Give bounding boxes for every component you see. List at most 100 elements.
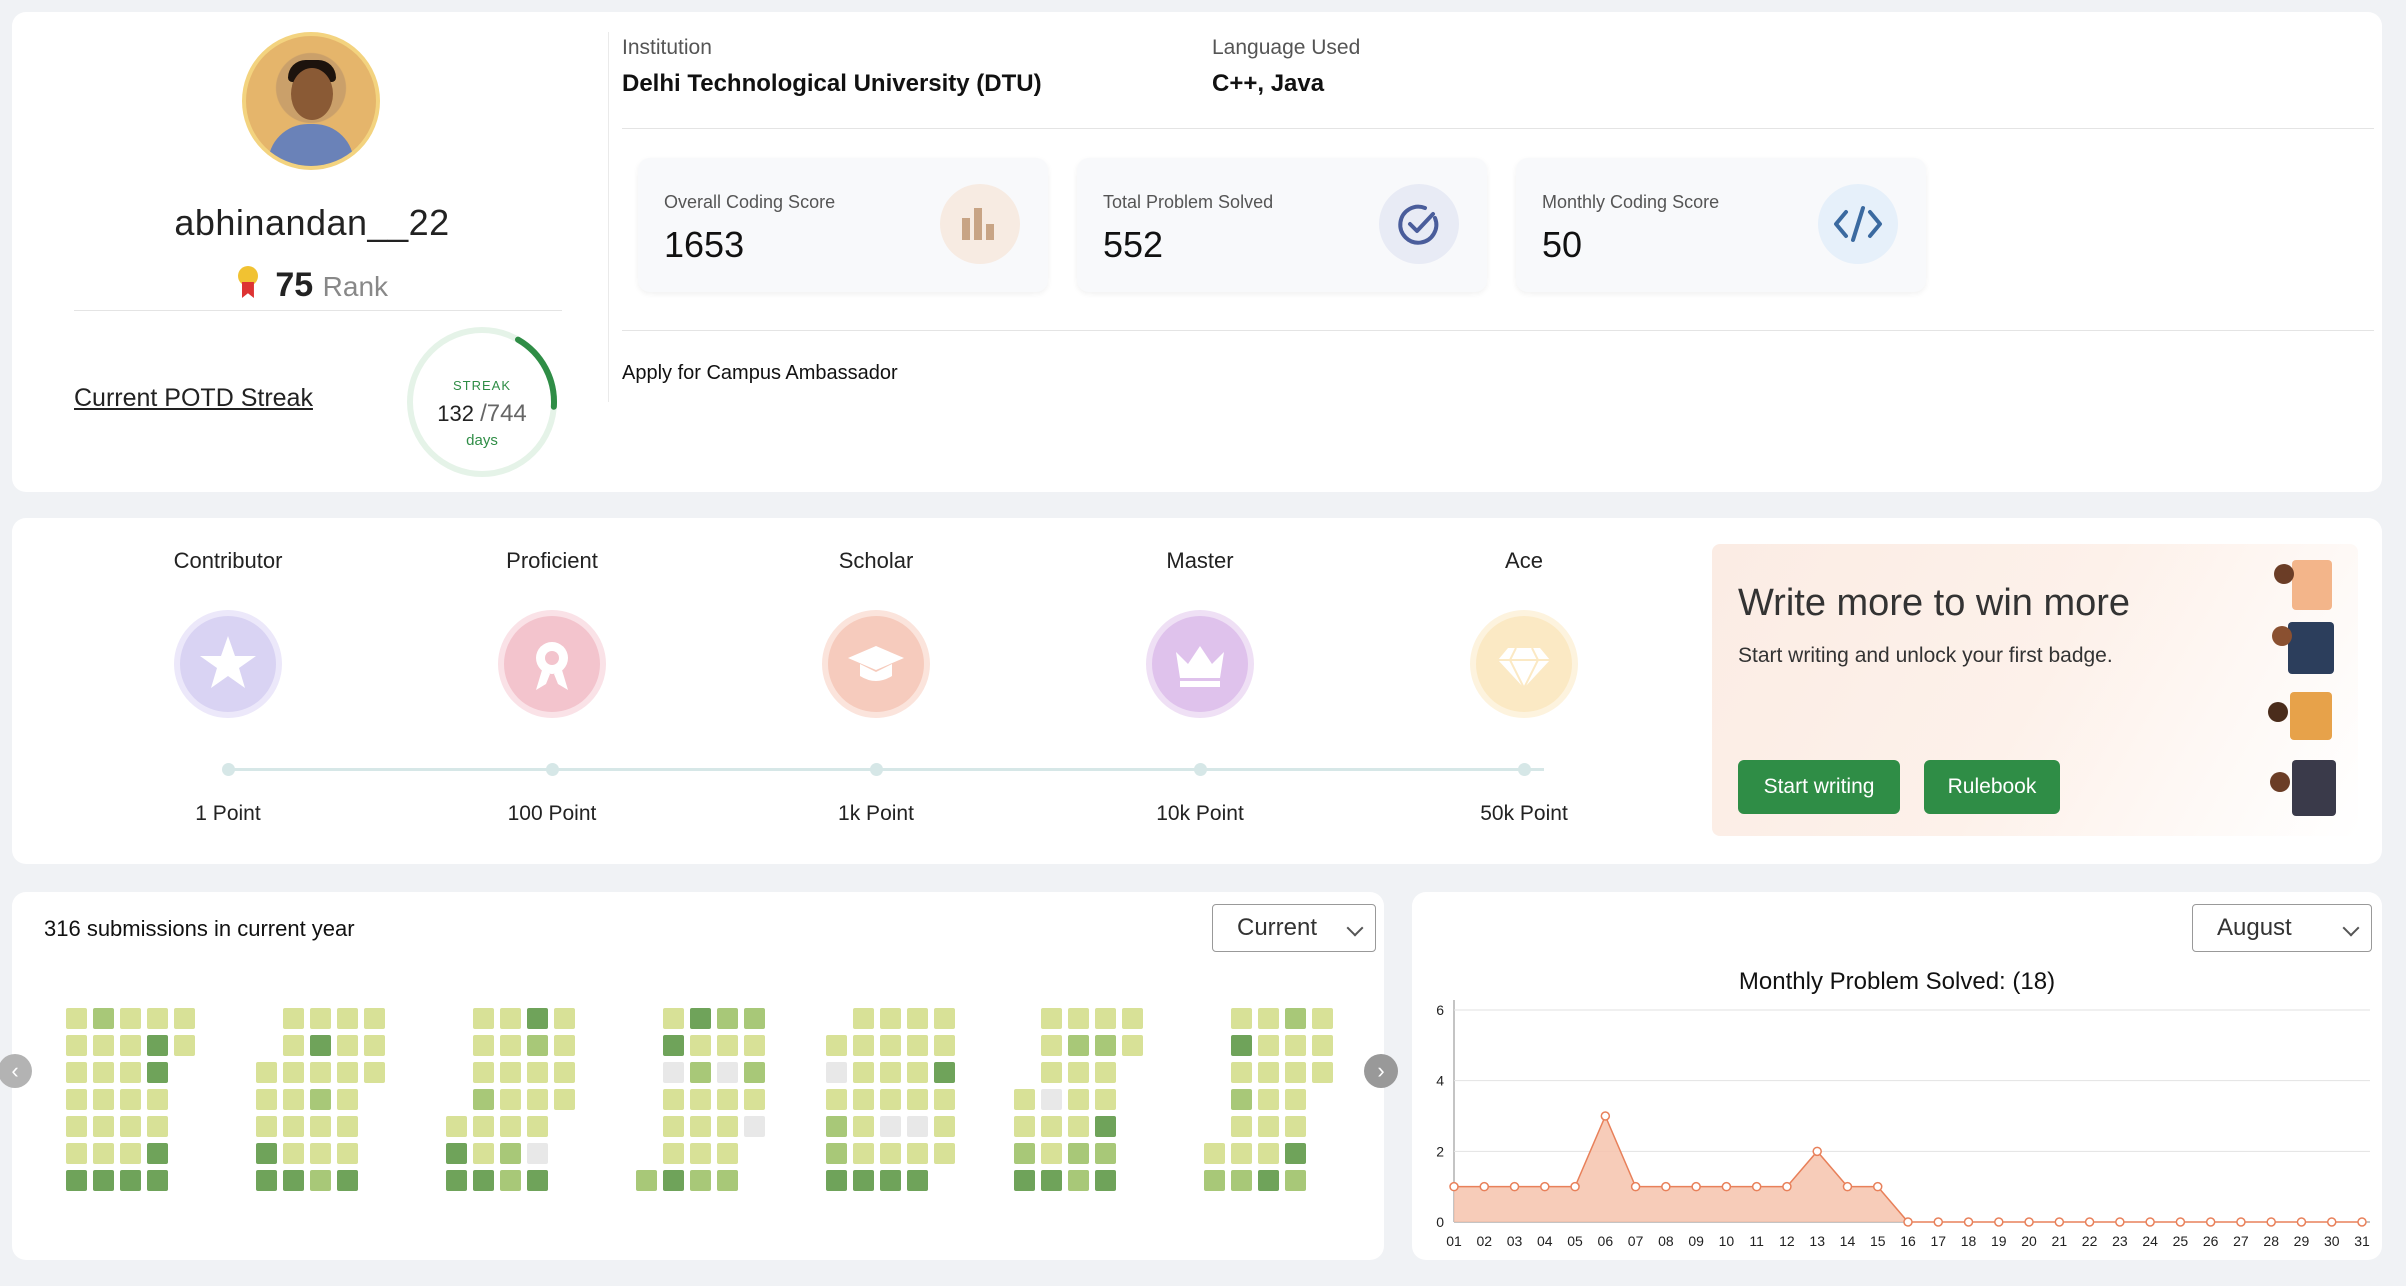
heatmap-day-cell[interactable] [337, 1116, 358, 1137]
heatmap-day-cell[interactable] [283, 1170, 304, 1191]
heatmap-day-cell[interactable] [310, 1062, 331, 1083]
heatmap-day-cell[interactable] [283, 1089, 304, 1110]
heatmap-day-cell[interactable] [120, 1143, 141, 1164]
heatmap-day-cell[interactable] [364, 1062, 385, 1083]
heatmap-day-cell[interactable] [1312, 1062, 1333, 1083]
heatmap-day-cell[interactable] [1041, 1170, 1062, 1191]
heatmap-day-cell[interactable] [256, 1170, 277, 1191]
heatmap-day-cell[interactable] [1285, 1062, 1306, 1083]
heatmap-day-cell[interactable] [826, 1170, 847, 1191]
heatmap-day-cell[interactable] [663, 1062, 684, 1083]
heatmap-day-cell[interactable] [120, 1089, 141, 1110]
heatmap-day-cell[interactable] [1095, 1062, 1116, 1083]
heatmap-day-cell[interactable] [283, 1035, 304, 1056]
heatmap-day-cell[interactable] [337, 1089, 358, 1110]
heatmap-day-cell[interactable] [310, 1035, 331, 1056]
heatmap-day-cell[interactable] [744, 1116, 765, 1137]
heatmap-day-cell[interactable] [310, 1170, 331, 1191]
heatmap-day-cell[interactable] [907, 1143, 928, 1164]
heatmap-day-cell[interactable] [1068, 1116, 1089, 1137]
heatmap-day-cell[interactable] [1204, 1143, 1225, 1164]
heatmap-day-cell[interactable] [934, 1143, 955, 1164]
heatmap-day-cell[interactable] [66, 1008, 87, 1029]
heatmap-day-cell[interactable] [147, 1116, 168, 1137]
heatmap-day-cell[interactable] [663, 1116, 684, 1137]
heatmap-day-cell[interactable] [1258, 1089, 1279, 1110]
heatmap-day-cell[interactable] [527, 1089, 548, 1110]
heatmap-day-cell[interactable] [500, 1170, 521, 1191]
heatmap-day-cell[interactable] [337, 1062, 358, 1083]
heatmap-day-cell[interactable] [1041, 1089, 1062, 1110]
heatmap-day-cell[interactable] [717, 1116, 738, 1137]
heatmap-day-cell[interactable] [310, 1089, 331, 1110]
heatmap-day-cell[interactable] [310, 1008, 331, 1029]
heatmap-day-cell[interactable] [120, 1062, 141, 1083]
heatmap-day-cell[interactable] [690, 1008, 711, 1029]
heatmap-day-cell[interactable] [446, 1143, 467, 1164]
heatmap-day-cell[interactable] [717, 1062, 738, 1083]
heatmap-day-cell[interactable] [473, 1170, 494, 1191]
heatmap-day-cell[interactable] [880, 1116, 901, 1137]
heatmap-day-cell[interactable] [690, 1116, 711, 1137]
heatmap-day-cell[interactable] [907, 1062, 928, 1083]
heatmap-day-cell[interactable] [853, 1143, 874, 1164]
heatmap-day-cell[interactable] [120, 1008, 141, 1029]
heatmap-day-cell[interactable] [1231, 1089, 1252, 1110]
heatmap-day-cell[interactable] [826, 1089, 847, 1110]
heatmap-day-cell[interactable] [174, 1008, 195, 1029]
heatmap-day-cell[interactable] [880, 1143, 901, 1164]
heatmap-day-cell[interactable] [1285, 1008, 1306, 1029]
heatmap-day-cell[interactable] [1014, 1170, 1035, 1191]
heatmap-day-cell[interactable] [934, 1116, 955, 1137]
heatmap-day-cell[interactable] [93, 1116, 114, 1137]
heatmap-day-cell[interactable] [1041, 1062, 1062, 1083]
heatmap-day-cell[interactable] [337, 1035, 358, 1056]
heatmap-day-cell[interactable] [93, 1143, 114, 1164]
heatmap-day-cell[interactable] [1068, 1062, 1089, 1083]
heatmap-day-cell[interactable] [717, 1170, 738, 1191]
heatmap-day-cell[interactable] [826, 1116, 847, 1137]
heatmap-day-cell[interactable] [934, 1035, 955, 1056]
potd-streak-link[interactable]: Current POTD Streak [74, 384, 313, 413]
heatmap-day-cell[interactable] [1095, 1116, 1116, 1137]
heatmap-day-cell[interactable] [283, 1143, 304, 1164]
heatmap-day-cell[interactable] [1231, 1170, 1252, 1191]
heatmap-day-cell[interactable] [1285, 1116, 1306, 1137]
heatmap-day-cell[interactable] [717, 1035, 738, 1056]
heatmap-day-cell[interactable] [907, 1116, 928, 1137]
heatmap-day-cell[interactable] [690, 1062, 711, 1083]
heatmap-day-cell[interactable] [1312, 1035, 1333, 1056]
heatmap-day-cell[interactable] [147, 1089, 168, 1110]
heatmap-day-cell[interactable] [93, 1089, 114, 1110]
heatmap-day-cell[interactable] [663, 1089, 684, 1110]
heatmap-day-cell[interactable] [1095, 1008, 1116, 1029]
heatmap-day-cell[interactable] [283, 1116, 304, 1137]
heatmap-day-cell[interactable] [717, 1008, 738, 1029]
heatmap-day-cell[interactable] [66, 1170, 87, 1191]
heatmap-day-cell[interactable] [554, 1062, 575, 1083]
heatmap-day-cell[interactable] [310, 1116, 331, 1137]
heatmap-day-cell[interactable] [337, 1143, 358, 1164]
campus-ambassador-link[interactable]: Apply for Campus Ambassador [622, 362, 898, 385]
heatmap-day-cell[interactable] [934, 1008, 955, 1029]
heatmap-day-cell[interactable] [663, 1170, 684, 1191]
heatmap-day-cell[interactable] [527, 1170, 548, 1191]
heatmap-day-cell[interactable] [1285, 1170, 1306, 1191]
heatmap-day-cell[interactable] [853, 1008, 874, 1029]
heatmap-day-cell[interactable] [310, 1143, 331, 1164]
heatmap-day-cell[interactable] [1068, 1143, 1089, 1164]
heatmap-day-cell[interactable] [283, 1008, 304, 1029]
heatmap-day-cell[interactable] [256, 1062, 277, 1083]
heatmap-day-cell[interactable] [1041, 1008, 1062, 1029]
heatmap-day-cell[interactable] [1231, 1062, 1252, 1083]
heatmap-day-cell[interactable] [147, 1170, 168, 1191]
heatmap-day-cell[interactable] [1258, 1035, 1279, 1056]
heatmap-day-cell[interactable] [500, 1062, 521, 1083]
heatmap-day-cell[interactable] [1285, 1143, 1306, 1164]
heatmap-day-cell[interactable] [1258, 1062, 1279, 1083]
rulebook-button[interactable]: Rulebook [1924, 760, 2060, 814]
heatmap-day-cell[interactable] [500, 1035, 521, 1056]
heatmap-day-cell[interactable] [364, 1008, 385, 1029]
year-select[interactable]: Current [1212, 904, 1376, 952]
heatmap-day-cell[interactable] [93, 1008, 114, 1029]
